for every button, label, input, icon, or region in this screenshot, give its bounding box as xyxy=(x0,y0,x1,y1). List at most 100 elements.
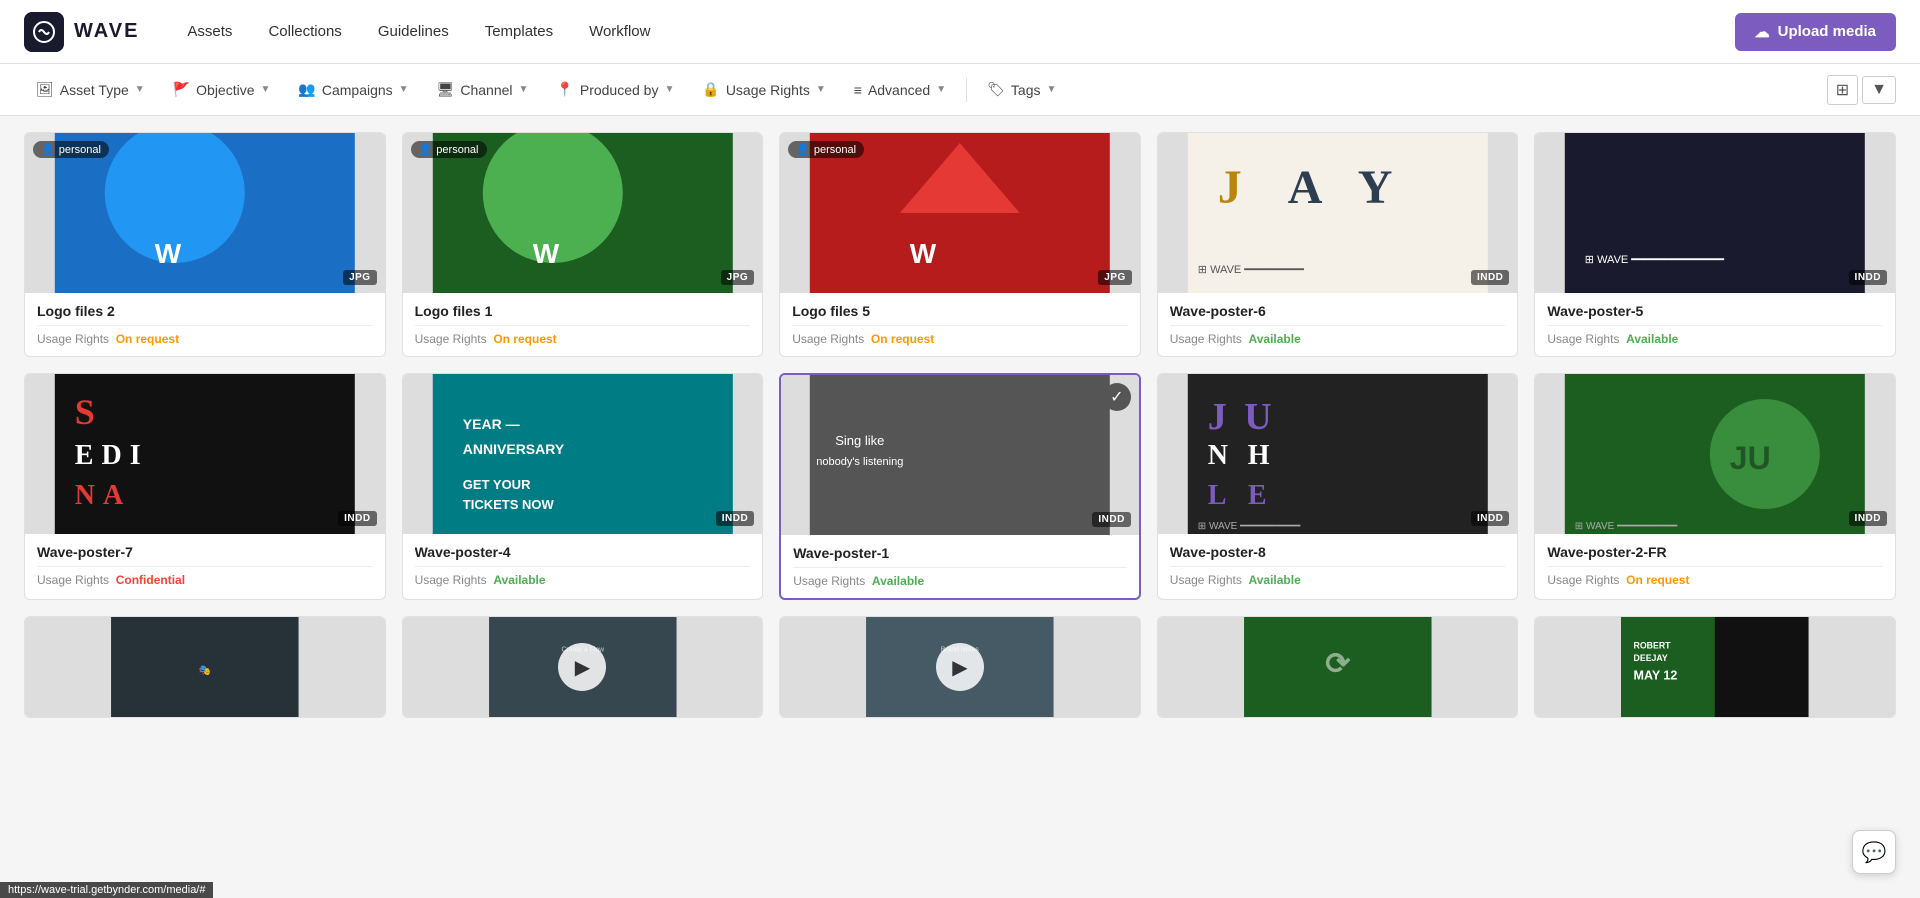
card-wave-poster-6[interactable]: JAY⊞ WAVE ━━━━━━━━━ INDD Wave-poster-6 U… xyxy=(1157,132,1519,357)
rights-label: Usage Rights xyxy=(415,573,490,587)
card-title: Logo files 1 xyxy=(415,303,751,319)
svg-text:⊞ WAVE ━━━━━━━━━━━━━━: ⊞ WAVE ━━━━━━━━━━━━━━ xyxy=(1585,254,1725,266)
card-wave-poster-5[interactable]: ⊞ WAVE ━━━━━━━━━━━━━━ INDD Wave-poster-5… xyxy=(1534,132,1896,357)
type-badge: JPG xyxy=(1098,270,1132,285)
filter-channel-label: Channel xyxy=(460,82,512,98)
card-wave-poster-7[interactable]: SEDINA INDD Wave-poster-7 Usage Rights C… xyxy=(24,373,386,600)
svg-text:EDI: EDI xyxy=(75,440,149,471)
rights-label: Usage Rights xyxy=(1170,573,1245,587)
card-bottom-4[interactable]: ⟳ xyxy=(1157,616,1519,718)
asset-grid-container: W 👤personal JPG Logo files 2 Usage Right… xyxy=(0,116,1920,734)
card-title: Logo files 5 xyxy=(792,303,1128,319)
logo-icon xyxy=(24,12,64,52)
view-controls: ⊞ ▼ xyxy=(1827,75,1896,105)
card-rights: Usage Rights On request xyxy=(792,332,1128,346)
upload-media-button[interactable]: ☁ Upload media xyxy=(1735,13,1896,51)
card-image-wrap: ⊞ WAVE ━━━━━━━━━━━━━━ INDD xyxy=(1535,133,1895,293)
chevron-down-icon: ▼ xyxy=(936,84,946,95)
rights-label: Usage Rights xyxy=(1547,573,1622,587)
card-wave-poster-1[interactable]: Sing likenobody's listening INDD ✓ Wave-… xyxy=(779,373,1141,600)
card-bottom-2[interactable]: Create a Flow ▶ xyxy=(402,616,764,718)
card-title: Wave-poster-7 xyxy=(37,544,373,560)
card-title: Wave-poster-6 xyxy=(1170,303,1506,319)
card-image-wrap: W 👤personal JPG xyxy=(403,133,763,293)
status-bar: https://wave-trial.getbynder.com/media/# xyxy=(0,882,213,898)
card-bottom-3[interactable]: Brand Notes ▶ xyxy=(779,616,1141,718)
type-badge: INDD xyxy=(1092,512,1130,527)
filter-bar: 🖼 Asset Type ▼ 🚩 Objective ▼ 👥 Campaigns… xyxy=(0,64,1920,116)
svg-text:⊞ WAVE ━━━━━━━━━: ⊞ WAVE ━━━━━━━━━ xyxy=(1198,264,1304,276)
play-button[interactable]: ▶ xyxy=(936,643,984,691)
rights-value: Available xyxy=(1626,332,1678,346)
rights-value: On request xyxy=(1626,573,1689,587)
nav-assets[interactable]: Assets xyxy=(171,15,248,48)
card-body: Wave-poster-2-FR Usage Rights On request xyxy=(1535,534,1895,597)
filter-advanced[interactable]: ≡ Advanced ▼ xyxy=(842,76,958,104)
filter-campaigns[interactable]: 👥 Campaigns ▼ xyxy=(286,75,420,104)
type-badge: INDD xyxy=(1849,270,1887,285)
filter-objective[interactable]: 🚩 Objective ▼ xyxy=(161,75,283,104)
card-body: Logo files 1 Usage Rights On request xyxy=(403,293,763,356)
card-image-wrap: ⟳ xyxy=(1158,617,1518,717)
card-image-wrap: Create a Flow ▶ xyxy=(403,617,763,717)
rights-label: Usage Rights xyxy=(37,573,112,587)
card-image-wrap: JU⊞ WAVE ━━━━━━━━━━ INDD xyxy=(1535,374,1895,534)
grid-view-button[interactable]: ⊞ xyxy=(1827,75,1858,105)
filter-asset-type[interactable]: 🖼 Asset Type ▼ xyxy=(24,75,157,104)
card-logo-files-2[interactable]: W 👤personal JPG Logo files 2 Usage Right… xyxy=(24,132,386,357)
svg-text:Y: Y xyxy=(1358,161,1401,214)
nav-collections[interactable]: Collections xyxy=(252,15,357,48)
card-logo-files-1[interactable]: W 👤personal JPG Logo files 1 Usage Right… xyxy=(402,132,764,357)
svg-text:nobody's listening: nobody's listening xyxy=(816,456,903,468)
card-image-wrap: YEAR —ANNIVERSARYGET YOURTICKETS NOW IND… xyxy=(403,374,763,534)
chevron-down-icon: ▼ xyxy=(399,84,409,95)
svg-text:N: N xyxy=(1208,440,1236,471)
card-title: Wave-poster-1 xyxy=(793,545,1127,561)
type-badge: INDD xyxy=(338,511,376,526)
card-divider xyxy=(415,325,751,326)
rights-label: Usage Rights xyxy=(1170,332,1245,346)
card-bottom-1[interactable]: 🎭 xyxy=(24,616,386,718)
type-badge: INDD xyxy=(716,511,754,526)
rights-value: On request xyxy=(116,332,179,346)
nav-guidelines[interactable]: Guidelines xyxy=(362,15,465,48)
svg-text:NA: NA xyxy=(75,480,131,511)
type-badge: INDD xyxy=(1849,511,1887,526)
owner-badge: 👤personal xyxy=(788,141,864,158)
card-rights: Usage Rights Available xyxy=(1170,573,1506,587)
card-divider xyxy=(1547,325,1883,326)
owner-badge: 👤personal xyxy=(411,141,487,158)
card-bottom-robert[interactable]: ROBERTDEEJAYMAY 12 xyxy=(1534,616,1896,718)
svg-text:S: S xyxy=(75,392,99,432)
card-logo-files-5[interactable]: W 👤personal JPG Logo files 5 Usage Right… xyxy=(779,132,1141,357)
card-body: Logo files 5 Usage Rights On request xyxy=(780,293,1140,356)
card-divider xyxy=(37,566,373,567)
rights-label: Usage Rights xyxy=(1547,332,1622,346)
nav-templates[interactable]: Templates xyxy=(469,15,569,48)
card-image-wrap: 🎭 xyxy=(25,617,385,717)
card-divider xyxy=(793,567,1127,568)
filter-channel[interactable]: 🖥 Channel ▼ xyxy=(425,75,541,104)
card-divider xyxy=(37,325,373,326)
type-badge: INDD xyxy=(1471,270,1509,285)
logo[interactable]: WAVE xyxy=(24,12,139,52)
card-image-wrap: ROBERTDEEJAYMAY 12 xyxy=(1535,617,1895,717)
play-button[interactable]: ▶ xyxy=(558,643,606,691)
filter-tags[interactable]: 🏷 Tags ▼ xyxy=(975,75,1068,104)
card-image-wrap: Brand Notes ▶ xyxy=(780,617,1140,717)
card-wave-poster-8[interactable]: J UNHL E⊞ WAVE ━━━━━━━━━━ INDD Wave-post… xyxy=(1157,373,1519,600)
card-title: Wave-poster-8 xyxy=(1170,544,1506,560)
type-badge: INDD xyxy=(1471,511,1509,526)
rights-value: Available xyxy=(1249,332,1301,346)
card-wave-poster-4[interactable]: YEAR —ANNIVERSARYGET YOURTICKETS NOW IND… xyxy=(402,373,764,600)
nav-workflow[interactable]: Workflow xyxy=(573,15,666,48)
card-title: Wave-poster-2-FR xyxy=(1547,544,1883,560)
chat-widget[interactable]: 💬 xyxy=(1852,830,1896,874)
list-view-button[interactable]: ▼ xyxy=(1862,76,1896,104)
filter-usage-rights[interactable]: 🔒 Usage Rights ▼ xyxy=(690,75,837,104)
card-wave-poster-2-fr[interactable]: JU⊞ WAVE ━━━━━━━━━━ INDD Wave-poster-2-F… xyxy=(1534,373,1896,600)
filter-divider xyxy=(966,78,967,102)
filter-produced-by[interactable]: 📍 Produced by ▼ xyxy=(544,75,686,104)
card-rights: Usage Rights On request xyxy=(37,332,373,346)
card-rights: Usage Rights Available xyxy=(1547,332,1883,346)
